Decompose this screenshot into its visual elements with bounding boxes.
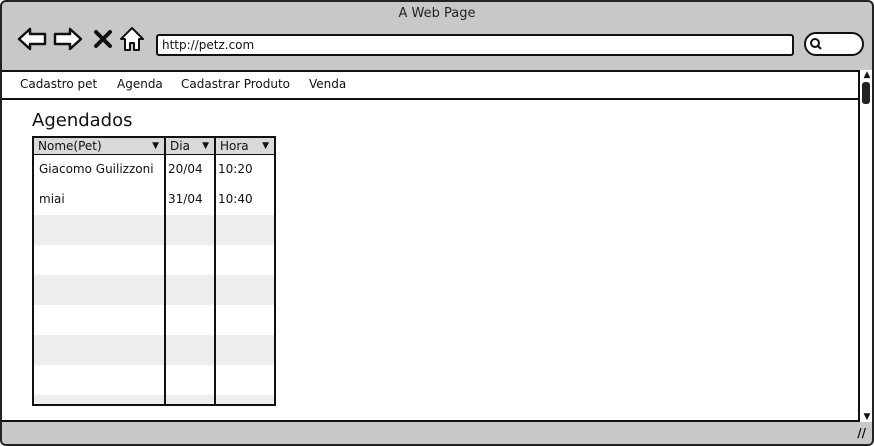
status-bar: // xyxy=(2,422,872,444)
cell-hora: 10:20 xyxy=(218,162,253,176)
search-icon xyxy=(810,38,822,50)
back-arrow-icon[interactable] xyxy=(16,24,48,54)
search-box[interactable] xyxy=(804,32,864,56)
page-content: Cadastro pet Agenda Cadastrar Produto Ve… xyxy=(2,70,858,422)
cell-dia: 20/04 xyxy=(168,162,203,176)
cell-dia: 31/04 xyxy=(168,192,203,206)
column-header-label: Nome(Pet) xyxy=(38,139,102,153)
column-header-hora[interactable]: Hora ▼ xyxy=(216,138,274,155)
vertical-scrollbar[interactable]: ▲ ▼ xyxy=(858,70,872,422)
column-header-label: Hora xyxy=(220,139,249,153)
cell-nome: Giacomo Guilizzoni xyxy=(39,162,154,176)
appointments-table: Giacomo Guilizzoni 20/04 10:20 miai 31/0… xyxy=(32,136,276,406)
home-icon[interactable] xyxy=(118,24,146,54)
forward-arrow-icon[interactable] xyxy=(52,24,84,54)
column-header-label: Dia xyxy=(170,139,190,153)
table-row xyxy=(34,335,274,365)
sort-arrow-icon[interactable]: ▼ xyxy=(262,138,269,154)
column-divider xyxy=(164,138,166,404)
page-title: Agendados xyxy=(32,110,133,131)
window-title: A Web Page xyxy=(398,6,476,21)
browser-window: A Web Page http://petz.com Cadastro pet … xyxy=(0,0,874,446)
address-bar[interactable]: http://petz.com xyxy=(156,34,794,56)
menu-item-agenda[interactable]: Agenda xyxy=(117,77,163,91)
close-icon[interactable] xyxy=(92,24,114,54)
scrollbar-thumb[interactable] xyxy=(862,82,870,104)
resize-grip-icon[interactable]: // xyxy=(857,426,866,440)
menu-item-cadastrar-produto[interactable]: Cadastrar Produto xyxy=(181,77,290,91)
table-row xyxy=(34,395,274,404)
cell-hora: 10:40 xyxy=(218,192,253,206)
column-header-nome[interactable]: Nome(Pet) ▼ xyxy=(34,138,164,155)
scroll-down-icon[interactable]: ▼ xyxy=(861,412,872,422)
sort-arrow-icon[interactable]: ▼ xyxy=(202,138,209,154)
table-row xyxy=(34,245,274,275)
menu-item-venda[interactable]: Venda xyxy=(309,77,346,91)
table-row[interactable]: miai 31/04 10:40 xyxy=(34,185,274,215)
table-row xyxy=(34,365,274,395)
table-row xyxy=(34,215,274,245)
column-divider xyxy=(214,138,216,404)
cell-nome: miai xyxy=(39,192,65,206)
browser-toolbar: http://petz.com xyxy=(2,22,872,68)
table-row xyxy=(34,305,274,335)
sort-arrow-icon[interactable]: ▼ xyxy=(152,138,159,154)
menu-bar: Cadastro pet Agenda Cadastrar Produto Ve… xyxy=(2,72,858,100)
scroll-up-icon[interactable]: ▲ xyxy=(861,70,872,80)
menu-item-cadastro-pet[interactable]: Cadastro pet xyxy=(20,77,97,91)
table-row xyxy=(34,275,274,305)
column-header-dia[interactable]: Dia ▼ xyxy=(166,138,214,155)
table-row[interactable]: Giacomo Guilizzoni 20/04 10:20 xyxy=(34,155,274,185)
